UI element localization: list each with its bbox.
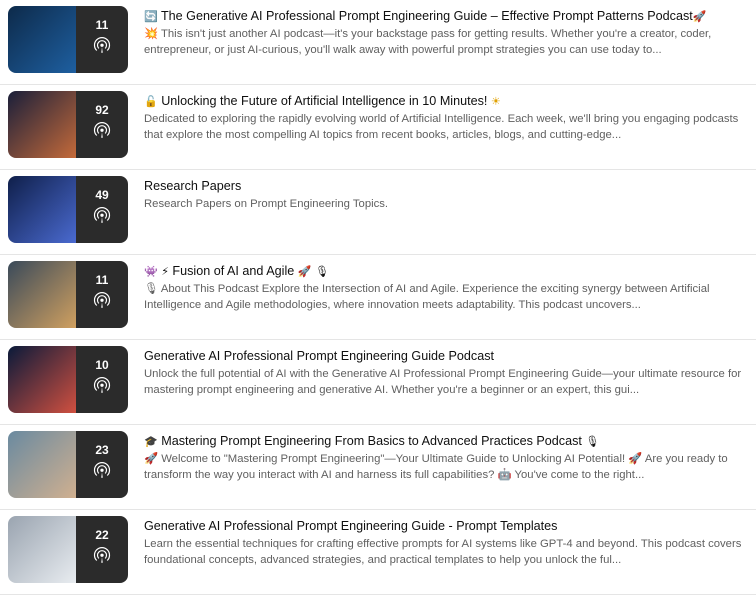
thumbnail-image <box>8 346 76 413</box>
podcast-thumbnail[interactable]: 11 <box>8 261 128 328</box>
list-item[interactable]: 11 🔄 The Generative AI Professional Prom… <box>0 0 756 85</box>
title-suffix-emoji: 🎙 <box>585 435 600 448</box>
podcast-title-text: Generative AI Professional Prompt Engine… <box>144 349 495 363</box>
episode-count-overlay: 22 <box>76 516 128 583</box>
list-item[interactable]: 11 👾 ⚡ Fusion of AI and Agile 🚀 🎙 🎙 Abou… <box>0 255 756 340</box>
podcast-thumbnail[interactable]: 92 <box>8 91 128 158</box>
podcast-description: Dedicated to exploring the rapidly evolv… <box>144 113 739 141</box>
podcast-info: Research Papers Research Papers on Promp… <box>144 178 748 212</box>
podcast-title[interactable]: Generative AI Professional Prompt Engine… <box>144 518 748 535</box>
title-suffix-emoji: ☀ <box>490 95 501 108</box>
podcast-title[interactable]: 🎓 Mastering Prompt Engineering From Basi… <box>144 433 748 450</box>
title-prefix-emoji: 👾 ⚡ <box>144 265 169 278</box>
podcast-icon <box>93 292 111 308</box>
podcast-info: Generative AI Professional Prompt Engine… <box>144 348 748 398</box>
podcast-title-text: Unlocking the Future of Artificial Intel… <box>161 94 488 108</box>
podcast-icon <box>93 37 111 53</box>
podcast-info: 👾 ⚡ Fusion of AI and Agile 🚀 🎙 🎙 About T… <box>144 263 748 313</box>
thumbnail-image <box>8 516 76 583</box>
thumbnail-image <box>8 431 76 498</box>
episode-count: 11 <box>95 273 109 287</box>
podcast-title[interactable]: 🔓 Unlocking the Future of Artificial Int… <box>144 93 748 110</box>
podcast-icon <box>93 122 111 138</box>
podcast-title-text: Fusion of AI and Agile <box>172 264 295 278</box>
podcast-info: Generative AI Professional Prompt Engine… <box>144 518 748 568</box>
podcast-description: Unlock the full potential of AI with the… <box>144 368 742 396</box>
title-prefix-emoji: 🔓 <box>144 95 158 108</box>
podcast-description: Learn the essential techniques for craft… <box>144 538 742 566</box>
podcast-thumbnail[interactable]: 23 <box>8 431 128 498</box>
thumbnail-image <box>8 176 76 243</box>
podcast-title-text: Generative AI Professional Prompt Engine… <box>144 519 558 533</box>
thumbnail-image <box>8 6 76 73</box>
episode-count: 23 <box>95 443 109 457</box>
episode-count: 10 <box>95 358 109 372</box>
podcast-icon <box>93 462 111 478</box>
list-item[interactable]: 23 🎓 Mastering Prompt Engineering From B… <box>0 425 756 510</box>
list-item[interactable]: 22 Generative AI Professional Prompt Eng… <box>0 510 756 595</box>
episode-count-overlay: 11 <box>76 6 128 73</box>
podcast-thumbnail[interactable]: 49 <box>8 176 128 243</box>
episode-count: 92 <box>95 103 109 117</box>
podcast-thumbnail[interactable]: 22 <box>8 516 128 583</box>
title-prefix-emoji: 🔄 <box>144 10 158 23</box>
podcast-title-text: Mastering Prompt Engineering From Basics… <box>161 434 582 448</box>
podcast-title[interactable]: 🔄 The Generative AI Professional Prompt … <box>144 8 748 25</box>
podcast-description: 🚀 Welcome to "Mastering Prompt Engineeri… <box>144 453 728 481</box>
podcast-description: Research Papers on Prompt Engineering To… <box>144 198 389 210</box>
episode-count-overlay: 10 <box>76 346 128 413</box>
episode-count: 22 <box>95 528 109 542</box>
title-suffix-emoji: 🚀 <box>692 10 707 23</box>
episode-count: 49 <box>95 188 109 202</box>
thumbnail-image <box>8 261 76 328</box>
list-item[interactable]: 49 Research Papers Research Papers on Pr… <box>0 170 756 255</box>
title-prefix-emoji: 🎓 <box>144 435 158 448</box>
podcast-info: 🔓 Unlocking the Future of Artificial Int… <box>144 93 748 143</box>
episode-count-overlay: 49 <box>76 176 128 243</box>
podcast-icon <box>93 377 111 393</box>
podcast-description: 💥 This isn't just another AI podcast—it'… <box>144 28 712 56</box>
podcast-info: 🔄 The Generative AI Professional Prompt … <box>144 8 748 58</box>
thumbnail-image <box>8 91 76 158</box>
podcast-title[interactable]: Research Papers <box>144 178 748 195</box>
podcast-icon <box>93 207 111 223</box>
list-item[interactable]: 10 Generative AI Professional Prompt Eng… <box>0 340 756 425</box>
podcast-thumbnail[interactable]: 11 <box>8 6 128 73</box>
podcast-title-text: Research Papers <box>144 179 242 193</box>
episode-count-overlay: 11 <box>76 261 128 328</box>
podcast-title[interactable]: 👾 ⚡ Fusion of AI and Agile 🚀 🎙 <box>144 263 748 280</box>
podcast-info: 🎓 Mastering Prompt Engineering From Basi… <box>144 433 748 483</box>
podcast-title[interactable]: Generative AI Professional Prompt Engine… <box>144 348 748 365</box>
podcast-description: 🎙 About This Podcast Explore the Interse… <box>144 283 710 311</box>
list-item[interactable]: 92 🔓 Unlocking the Future of Artificial … <box>0 85 756 170</box>
episode-count-overlay: 23 <box>76 431 128 498</box>
podcast-thumbnail[interactable]: 10 <box>8 346 128 413</box>
podcast-icon <box>93 547 111 563</box>
episode-count-overlay: 92 <box>76 91 128 158</box>
episode-count: 11 <box>95 18 109 32</box>
podcast-title-text: The Generative AI Professional Prompt En… <box>160 9 693 23</box>
title-suffix-emoji: 🚀 🎙 <box>297 265 329 278</box>
